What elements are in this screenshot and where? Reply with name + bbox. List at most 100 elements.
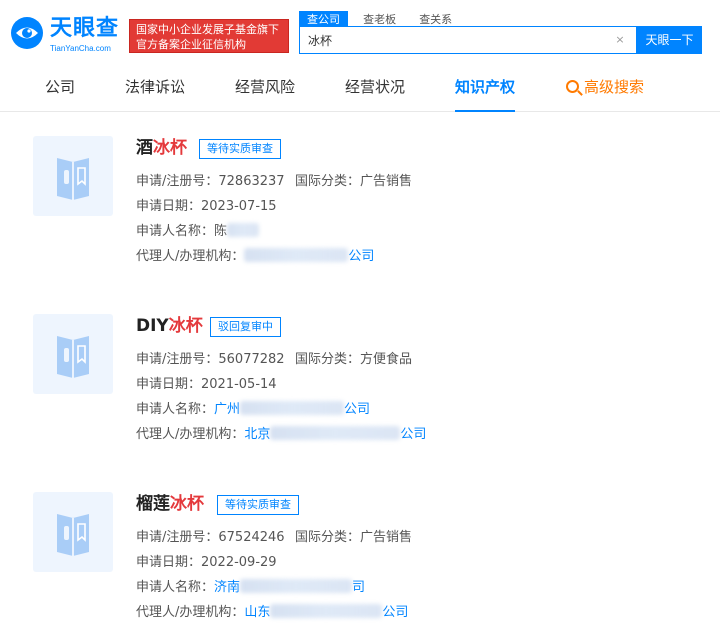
reg-no: 67524246 bbox=[218, 530, 285, 545]
book-icon bbox=[57, 158, 89, 200]
search-tabs: 查公司 查老板 查关系 bbox=[299, 8, 462, 29]
redacted-text bbox=[227, 223, 260, 237]
title-prefix: 酒 bbox=[136, 138, 153, 158]
date-label: 申请日期： bbox=[136, 199, 202, 214]
date-row: 申请日期：2023-07-15 bbox=[136, 198, 277, 216]
title-highlight: 冰杯 bbox=[170, 494, 204, 514]
search-button[interactable]: 天眼一下 bbox=[637, 26, 702, 54]
applicant-start: 广州 bbox=[214, 402, 241, 417]
class-label: 国际分类： bbox=[295, 352, 361, 367]
redacted-text bbox=[240, 401, 345, 415]
logo[interactable]: 天眼查 TianYanCha.com bbox=[10, 16, 122, 56]
advanced-search-label: 高级搜索 bbox=[584, 78, 645, 96]
applicant-label: 申请人名称： bbox=[136, 224, 215, 239]
tab-company[interactable]: 公司 bbox=[45, 76, 75, 98]
trademark-title[interactable]: 榴莲冰杯 bbox=[136, 492, 204, 516]
tab-operation[interactable]: 经营状况 bbox=[345, 76, 405, 98]
reg-label: 申请/注册号： bbox=[136, 352, 219, 367]
applicant-link[interactable]: 广州 公司 bbox=[214, 401, 371, 417]
agent-label: 代理人/办理机构： bbox=[136, 605, 245, 620]
redacted-text bbox=[240, 579, 353, 593]
date-row: 申请日期：2022-09-29 bbox=[136, 554, 277, 572]
tab-legal[interactable]: 法律诉讼 bbox=[125, 76, 185, 98]
search-box: × bbox=[299, 26, 637, 54]
trademark-thumbnail[interactable] bbox=[33, 492, 113, 572]
status-badge: 等待实质审查 bbox=[217, 495, 299, 515]
search-input[interactable] bbox=[308, 27, 608, 53]
date-value: 2021-05-14 bbox=[201, 377, 277, 392]
title-prefix: DIY bbox=[136, 316, 169, 336]
tab-risk[interactable]: 经营风险 bbox=[235, 76, 295, 98]
agent-link[interactable]: 公司 bbox=[348, 249, 374, 264]
class-label: 国际分类： bbox=[295, 174, 361, 189]
credential-banner: 国家中小企业发展子基金旗下 官方备案企业征信机构 bbox=[129, 19, 289, 53]
title-highlight: 冰杯 bbox=[168, 316, 203, 336]
list-item[interactable]: 榴莲冰杯 等待实质审查 申请/注册号：67524246 国际分类：广告销售 申请… bbox=[12, 468, 708, 638]
applicant-row: 申请人名称：广州 公司 bbox=[136, 401, 370, 419]
date-label: 申请日期： bbox=[136, 555, 202, 570]
trademark-thumbnail[interactable] bbox=[33, 314, 113, 394]
redacted-text bbox=[270, 426, 401, 440]
results-list: 酒冰杯 等待实质审查 申请/注册号：72863237 国际分类：广告销售 申请日… bbox=[12, 112, 708, 634]
class-value: 广告销售 bbox=[360, 530, 413, 545]
class-row: 国际分类：广告销售 bbox=[295, 529, 412, 547]
reg-label: 申请/注册号： bbox=[136, 174, 219, 189]
applicant-end: 公司 bbox=[344, 402, 371, 417]
reg-no-row: 申请/注册号：67524246 bbox=[136, 529, 285, 547]
trademark-title[interactable]: DIY冰杯 bbox=[136, 314, 203, 338]
applicant-end: 司 bbox=[352, 580, 366, 595]
reg-no: 72863237 bbox=[218, 174, 285, 189]
applicant-label: 申请人名称： bbox=[136, 580, 215, 595]
redacted-text bbox=[270, 604, 383, 618]
trademark-title[interactable]: 酒冰杯 bbox=[136, 136, 187, 160]
search-icon bbox=[566, 80, 579, 93]
date-value: 2023-07-15 bbox=[201, 199, 277, 214]
applicant-label: 申请人名称： bbox=[136, 402, 215, 417]
applicant-start: 济南 bbox=[214, 580, 241, 595]
reg-no: 56077282 bbox=[218, 352, 285, 367]
applicant-link[interactable]: 济南 司 bbox=[214, 579, 366, 595]
agent-link[interactable]: 山东 公司 bbox=[244, 604, 409, 620]
agent-label: 代理人/办理机构： bbox=[136, 249, 245, 264]
category-nav: 公司 法律诉讼 经营风险 经营状况 知识产权 高级搜索 bbox=[0, 62, 720, 112]
agent-start: 山东 bbox=[244, 605, 271, 620]
list-item[interactable]: 酒冰杯 等待实质审查 申请/注册号：72863237 国际分类：广告销售 申请日… bbox=[12, 112, 708, 282]
title-highlight: 冰杯 bbox=[153, 138, 187, 158]
class-value: 广告销售 bbox=[360, 174, 413, 189]
class-row: 国际分类：广告销售 bbox=[295, 173, 412, 191]
tab-ip[interactable]: 知识产权 bbox=[455, 76, 516, 112]
advanced-search-link[interactable]: 高级搜索 bbox=[566, 76, 644, 98]
reg-label: 申请/注册号： bbox=[136, 530, 219, 545]
banner-line-1: 国家中小企业发展子基金旗下 bbox=[136, 23, 279, 36]
applicant-value: 陈 bbox=[214, 224, 228, 239]
logo-text: 天眼查 bbox=[50, 16, 120, 41]
agent-row: 代理人/办理机构：山东 公司 bbox=[136, 604, 408, 622]
class-label: 国际分类： bbox=[295, 530, 361, 545]
tianyancha-logo-icon bbox=[11, 17, 43, 49]
reg-no-row: 申请/注册号：56077282 bbox=[136, 351, 285, 369]
class-value: 方便食品 bbox=[360, 352, 413, 367]
title-prefix: 榴莲 bbox=[136, 494, 170, 514]
logo-subtext: TianYanCha.com bbox=[50, 44, 111, 53]
agent-label: 代理人/办理机构： bbox=[136, 427, 245, 442]
agent-row: 代理人/办理机构： 公司 bbox=[136, 248, 374, 266]
book-icon bbox=[57, 336, 89, 378]
date-row: 申请日期：2021-05-14 bbox=[136, 376, 277, 394]
agent-link[interactable]: 北京 公司 bbox=[244, 426, 426, 442]
date-value: 2022-09-29 bbox=[201, 555, 277, 570]
list-item[interactable]: DIY冰杯 驳回复审中 申请/注册号：56077282 国际分类：方便食品 申请… bbox=[12, 290, 708, 460]
applicant-row: 申请人名称：济南 司 bbox=[136, 579, 365, 597]
trademark-thumbnail[interactable] bbox=[33, 136, 113, 216]
redacted-text bbox=[244, 248, 349, 262]
status-badge: 驳回复审中 bbox=[210, 317, 281, 337]
class-row: 国际分类：方便食品 bbox=[295, 351, 412, 369]
agent-end: 公司 bbox=[382, 605, 409, 620]
agent-row: 代理人/办理机构：北京 公司 bbox=[136, 426, 426, 444]
book-icon bbox=[57, 514, 89, 556]
header: 天眼查 TianYanCha.com 国家中小企业发展子基金旗下 官方备案企业征… bbox=[0, 0, 720, 62]
date-label: 申请日期： bbox=[136, 377, 202, 392]
clear-icon[interactable]: × bbox=[614, 34, 626, 46]
applicant-row: 申请人名称：陈 bbox=[136, 223, 260, 241]
status-badge: 等待实质审查 bbox=[199, 139, 281, 159]
reg-no-row: 申请/注册号：72863237 bbox=[136, 173, 285, 191]
